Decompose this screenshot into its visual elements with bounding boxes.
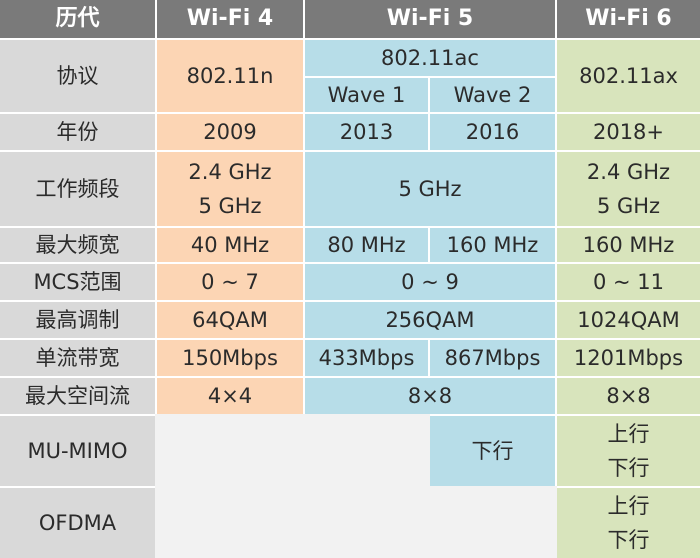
wave1-label: Wave 1 <box>305 78 428 112</box>
wifi5-spatial: 8×8 <box>305 378 555 414</box>
wifi6-ofdma-down: 下行 <box>607 528 650 552</box>
row-label-modulation: 最高调制 <box>0 302 155 338</box>
wave2-stream-bw: 867Mbps <box>430 340 555 376</box>
wifi4-mcs: 0 ~ 7 <box>157 264 303 300</box>
row-label-max-width: 最大频宽 <box>0 228 155 262</box>
wifi6-modulation: 1024QAM <box>557 302 700 338</box>
wifi6-mumimo: 上行 下行 <box>557 416 700 486</box>
wifi4-max-width: 40 MHz <box>157 228 303 262</box>
wifi6-year: 2018+ <box>557 114 700 150</box>
wifi4-spatial: 4×4 <box>157 378 303 414</box>
wifi6-max-width: 160 MHz <box>557 228 700 262</box>
row-label-year: 年份 <box>0 114 155 150</box>
header-generation: 历代 <box>0 0 155 38</box>
wifi6-ofdma: 上行 下行 <box>557 488 700 558</box>
wifi4-band-24: 2.4 GHz <box>188 160 272 184</box>
wifi6-mcs: 0 ~ 11 <box>557 264 700 300</box>
row-label-mumimo: MU-MIMO <box>0 416 155 486</box>
wave2-label: Wave 2 <box>430 78 555 112</box>
wifi4-band: 2.4 GHz 5 GHz <box>157 152 303 226</box>
row-label-stream-bw: 单流带宽 <box>0 340 155 376</box>
wifi5-modulation: 256QAM <box>305 302 555 338</box>
wave2-year: 2016 <box>430 114 555 150</box>
wifi6-band: 2.4 GHz 5 GHz <box>557 152 700 226</box>
wifi4-stream-bw: 150Mbps <box>157 340 303 376</box>
wifi6-band-5: 5 GHz <box>596 194 661 218</box>
wifi4-protocol: 802.11n <box>157 40 303 112</box>
wifi4-band-5: 5 GHz <box>198 194 262 218</box>
wifi4-modulation: 64QAM <box>157 302 303 338</box>
wave1-max-width: 80 MHz <box>305 228 428 262</box>
wifi6-protocol: 802.11ax <box>557 40 700 112</box>
row-label-protocol: 协议 <box>0 40 155 112</box>
wifi5-band: 5 GHz <box>305 152 555 226</box>
row-label-mcs: MCS范围 <box>0 264 155 300</box>
empty-area <box>155 414 430 558</box>
wifi4-year: 2009 <box>157 114 303 150</box>
wifi6-ofdma-up: 上行 <box>607 494 650 518</box>
wave1-stream-bw: 433Mbps <box>305 340 428 376</box>
wifi-comparison-table: 历代 Wi-Fi 4 Wi-Fi 5 Wi-Fi 6 协议 802.11n 80… <box>0 0 700 558</box>
row-label-band: 工作频段 <box>0 152 155 226</box>
header-wifi5: Wi-Fi 5 <box>305 0 555 38</box>
wifi5-protocol: 802.11ac <box>305 40 555 76</box>
wifi6-mumimo-down: 下行 <box>607 456 650 480</box>
row-label-spatial: 最大空间流 <box>0 378 155 414</box>
wave2-mumimo: 下行 <box>430 416 555 486</box>
empty-area-ofdma <box>430 486 557 558</box>
row-label-ofdma: OFDMA <box>0 488 155 558</box>
wifi5-mcs: 0 ~ 9 <box>305 264 555 300</box>
wave2-max-width: 160 MHz <box>430 228 555 262</box>
wave1-year: 2013 <box>305 114 428 150</box>
header-wifi4: Wi-Fi 4 <box>157 0 303 38</box>
header-wifi6: Wi-Fi 6 <box>557 0 700 38</box>
wifi6-stream-bw: 1201Mbps <box>557 340 700 376</box>
wifi6-band-24: 2.4 GHz <box>586 160 671 184</box>
wifi6-mumimo-up: 上行 <box>607 422 650 446</box>
wifi6-spatial: 8×8 <box>557 378 700 414</box>
